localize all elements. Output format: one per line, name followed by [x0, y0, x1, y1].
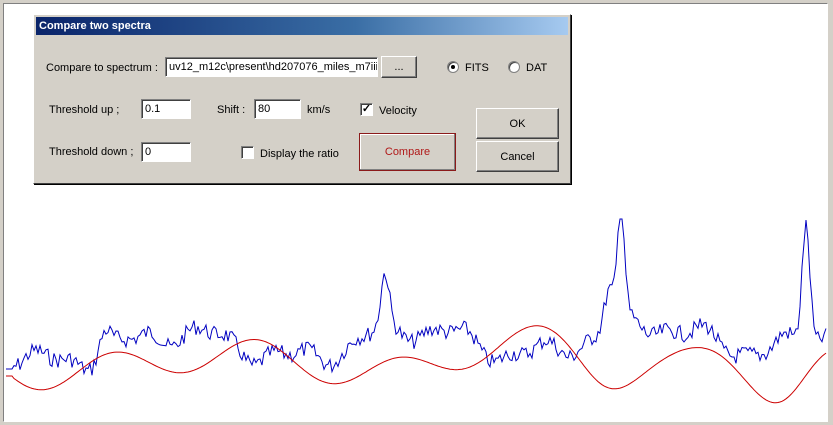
threshold-up-label: Threshold up ;	[49, 104, 120, 116]
velocity-checkbox[interactable]: ✓	[360, 103, 373, 116]
compare-button[interactable]: Compare	[359, 133, 456, 171]
cancel-button[interactable]: Cancel	[476, 141, 559, 172]
observed-spectrum-line	[6, 218, 827, 376]
shift-unit: km/s	[307, 104, 331, 116]
browse-button[interactable]: ...	[381, 56, 417, 78]
threshold-down-input[interactable]: 0	[141, 142, 191, 162]
dialog-title: Compare two spectra	[36, 17, 568, 35]
dat-label: DAT	[526, 62, 548, 74]
shift-input[interactable]: 80	[254, 99, 301, 119]
display-ratio-label: Display the ratio	[260, 148, 339, 160]
velocity-label: Velocity	[379, 105, 417, 117]
dat-radio[interactable]	[508, 61, 520, 73]
radio-selected-dot	[451, 65, 455, 69]
compare-spectra-dialog: Compare two spectra Compare to spectrum …	[33, 14, 571, 184]
shift-label: Shift :	[217, 104, 246, 116]
spectrum-path-field[interactable]: uv12_m12c\present\hd207076_miles_m7iii	[165, 57, 378, 77]
fits-radio[interactable]	[447, 61, 459, 73]
threshold-down-label: Threshold down ;	[49, 146, 134, 158]
compare-to-spectrum-label: Compare to spectrum :	[46, 62, 158, 74]
ok-button[interactable]: OK	[476, 108, 559, 139]
display-ratio-checkbox[interactable]	[241, 146, 254, 159]
threshold-up-input[interactable]: 0.1	[141, 99, 191, 119]
fits-label: FITS	[465, 62, 489, 74]
